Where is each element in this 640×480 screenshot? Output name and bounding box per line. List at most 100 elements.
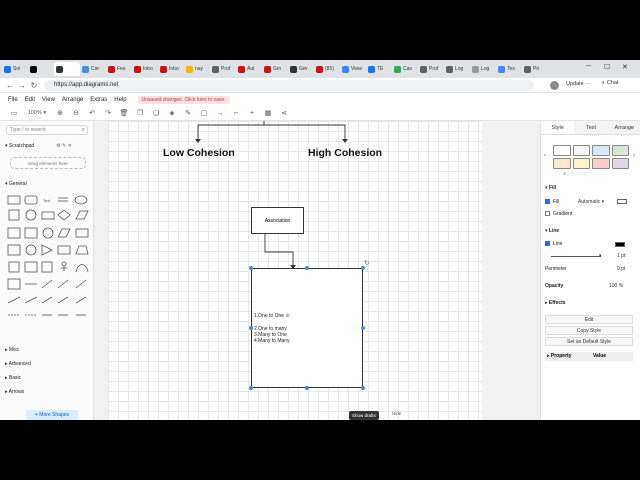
effects-header[interactable]: ▸ Effects bbox=[545, 300, 566, 306]
shape-search-input[interactable]: Type / to search ⌕ bbox=[6, 125, 88, 135]
browser-tab[interactable]: Log bbox=[470, 62, 496, 76]
browser-tab[interactable]: nay bbox=[184, 62, 210, 76]
general-shape-library[interactable]: Text bbox=[6, 193, 90, 333]
minimize-icon[interactable]: ─ bbox=[586, 63, 591, 70]
shadow-icon[interactable]: ▢ bbox=[196, 109, 212, 117]
property-table-header[interactable]: ▸ Property Value bbox=[545, 352, 633, 361]
edit-style-button[interactable]: Edit bbox=[545, 315, 633, 324]
chat-button[interactable]: ◐ Chat bbox=[602, 80, 618, 86]
style-swatch[interactable] bbox=[592, 145, 610, 156]
general-header[interactable]: ▾ General bbox=[5, 181, 27, 187]
update-button[interactable]: Update ⋯ bbox=[566, 81, 591, 87]
resize-handle-sw[interactable] bbox=[249, 386, 253, 390]
table-icon[interactable]: ▦ bbox=[260, 109, 276, 117]
resize-handle-w[interactable] bbox=[249, 326, 253, 330]
forward-icon[interactable]: → bbox=[16, 81, 28, 90]
line-section-header[interactable]: ▾ Line bbox=[545, 228, 559, 234]
menu-file[interactable]: File bbox=[8, 97, 18, 103]
fill-row[interactable]: Fill bbox=[545, 199, 559, 205]
line-checkbox[interactable] bbox=[545, 241, 550, 247]
menu-view[interactable]: View bbox=[42, 97, 55, 103]
resize-handle-e[interactable] bbox=[361, 326, 365, 330]
browser-tab[interactable]: (85) bbox=[314, 62, 340, 76]
browser-tab[interactable]: Log bbox=[444, 62, 470, 76]
menu-arrange[interactable]: Arrange bbox=[62, 97, 83, 103]
waypoints-icon[interactable]: ⌐ bbox=[228, 110, 244, 117]
hide-drafts-button[interactable]: Hide bbox=[392, 411, 401, 416]
browser-tab[interactable]: Gm bbox=[262, 62, 288, 76]
set-default-style-button[interactable]: Set as Default Style bbox=[545, 337, 633, 346]
fill-color-icon[interactable]: ◈ bbox=[164, 109, 180, 117]
insert-icon[interactable]: + bbox=[244, 110, 260, 117]
browser-tab[interactable] bbox=[54, 62, 80, 76]
browser-tab[interactable]: Inbo bbox=[158, 62, 184, 76]
reload-icon[interactable]: ↻ bbox=[28, 81, 40, 90]
browser-tab[interactable]: Cas bbox=[392, 62, 418, 76]
resize-handle-n[interactable] bbox=[305, 266, 309, 270]
browser-tab[interactable]: TE bbox=[366, 62, 392, 76]
style-swatch[interactable] bbox=[611, 145, 629, 156]
browser-tab[interactable]: Gm bbox=[288, 62, 314, 76]
selected-shape[interactable]: 1.One to One ⊕ 2.One to many 3.Many to O… bbox=[251, 268, 363, 388]
line-row[interactable]: Line bbox=[545, 241, 562, 247]
fill-color-chip[interactable] bbox=[617, 199, 627, 204]
perimeter-input[interactable]: 0 pt bbox=[617, 266, 625, 272]
resize-handle-nw[interactable] bbox=[249, 266, 253, 270]
undo-icon[interactable]: ↶ bbox=[84, 109, 100, 117]
copy-style-button[interactable]: Copy Style bbox=[545, 326, 633, 335]
low-cohesion-label[interactable]: Low Cohesion bbox=[163, 147, 235, 159]
delete-icon[interactable]: 🗑 bbox=[116, 109, 132, 117]
line-style-dropdown-icon[interactable]: ▾ bbox=[599, 253, 602, 259]
fill-section-header[interactable]: ▾ Fill bbox=[545, 185, 556, 191]
browser-tab[interactable]: View bbox=[340, 62, 366, 76]
diagram-canvas[interactable]: Low Cohesion High Cohesion Association 1… bbox=[94, 121, 540, 420]
style-swatch[interactable] bbox=[553, 158, 571, 169]
menu-edit[interactable]: Edit bbox=[25, 97, 35, 103]
swatch-next-icon[interactable]: › bbox=[633, 153, 635, 159]
rotate-handle-icon[interactable]: ↻ bbox=[364, 259, 370, 267]
to-front-icon[interactable]: ❐ bbox=[132, 109, 148, 117]
unsaved-changes-button[interactable]: Unsaved changes. Click here to save. bbox=[137, 95, 230, 104]
resize-handle-s[interactable] bbox=[305, 386, 309, 390]
connection-icon[interactable]: → bbox=[212, 110, 228, 117]
sidebar-section-misc[interactable]: ▸ Misc bbox=[5, 347, 19, 353]
scratchpad-actions-icon[interactable]: ⚙ ✎ ✕ bbox=[56, 143, 72, 149]
browser-tab[interactable]: Tes bbox=[496, 62, 522, 76]
tab-arrange[interactable]: Arrange bbox=[607, 121, 640, 134]
line-color-icon[interactable]: ✎ bbox=[180, 109, 196, 117]
opacity-input[interactable]: 100 % bbox=[609, 283, 623, 289]
to-back-icon[interactable]: ❏ bbox=[148, 109, 164, 117]
line-color-chip[interactable] bbox=[615, 242, 625, 247]
zoom-out-icon[interactable]: ⊖ bbox=[68, 109, 84, 117]
sidebar-section-arrows[interactable]: ▸ Arrows bbox=[5, 389, 24, 395]
menu-help[interactable]: Help bbox=[114, 97, 126, 103]
style-swatch[interactable] bbox=[572, 145, 590, 156]
style-swatch[interactable] bbox=[592, 158, 610, 169]
show-drafts-button[interactable]: Show drafts bbox=[349, 411, 379, 420]
browser-tab[interactable]: Pri bbox=[522, 62, 548, 76]
back-icon[interactable]: ← bbox=[4, 81, 16, 90]
avatar[interactable] bbox=[550, 81, 559, 90]
style-swatch[interactable] bbox=[572, 158, 590, 169]
browser-tab[interactable]: Fee bbox=[106, 62, 132, 76]
maximize-icon[interactable]: ☐ bbox=[604, 63, 610, 71]
gradient-checkbox[interactable] bbox=[545, 211, 550, 217]
association-shape[interactable]: Association bbox=[251, 207, 304, 234]
style-swatch[interactable] bbox=[611, 158, 629, 169]
resize-handle-se[interactable] bbox=[361, 386, 365, 390]
browser-tab[interactable]: Cor bbox=[80, 62, 106, 76]
tab-style[interactable]: Style bbox=[541, 121, 575, 134]
sidebar-section-advanced[interactable]: ▸ Advanced bbox=[5, 361, 31, 367]
share-icon[interactable]: ⋖ bbox=[276, 109, 292, 117]
zoom-select[interactable]: 100% ▾ bbox=[22, 110, 52, 116]
browser-tab[interactable]: Prof bbox=[210, 62, 236, 76]
gradient-row[interactable]: Gradient bbox=[545, 211, 572, 217]
property-expand-icon[interactable]: ▸ bbox=[547, 353, 550, 359]
swatch-pager-icon[interactable]: ●○○○○○ bbox=[563, 171, 587, 177]
browser-tab[interactable]: Prof bbox=[418, 62, 444, 76]
browser-tab[interactable]: Inbo bbox=[132, 62, 158, 76]
url-field[interactable]: https://app.diagrams.net bbox=[44, 80, 534, 91]
zoom-in-icon[interactable]: ⊕ bbox=[52, 109, 68, 117]
diagram-page[interactable]: Low Cohesion High Cohesion Association 1… bbox=[108, 121, 482, 420]
swatch-prev-icon[interactable]: ‹ bbox=[544, 153, 546, 159]
